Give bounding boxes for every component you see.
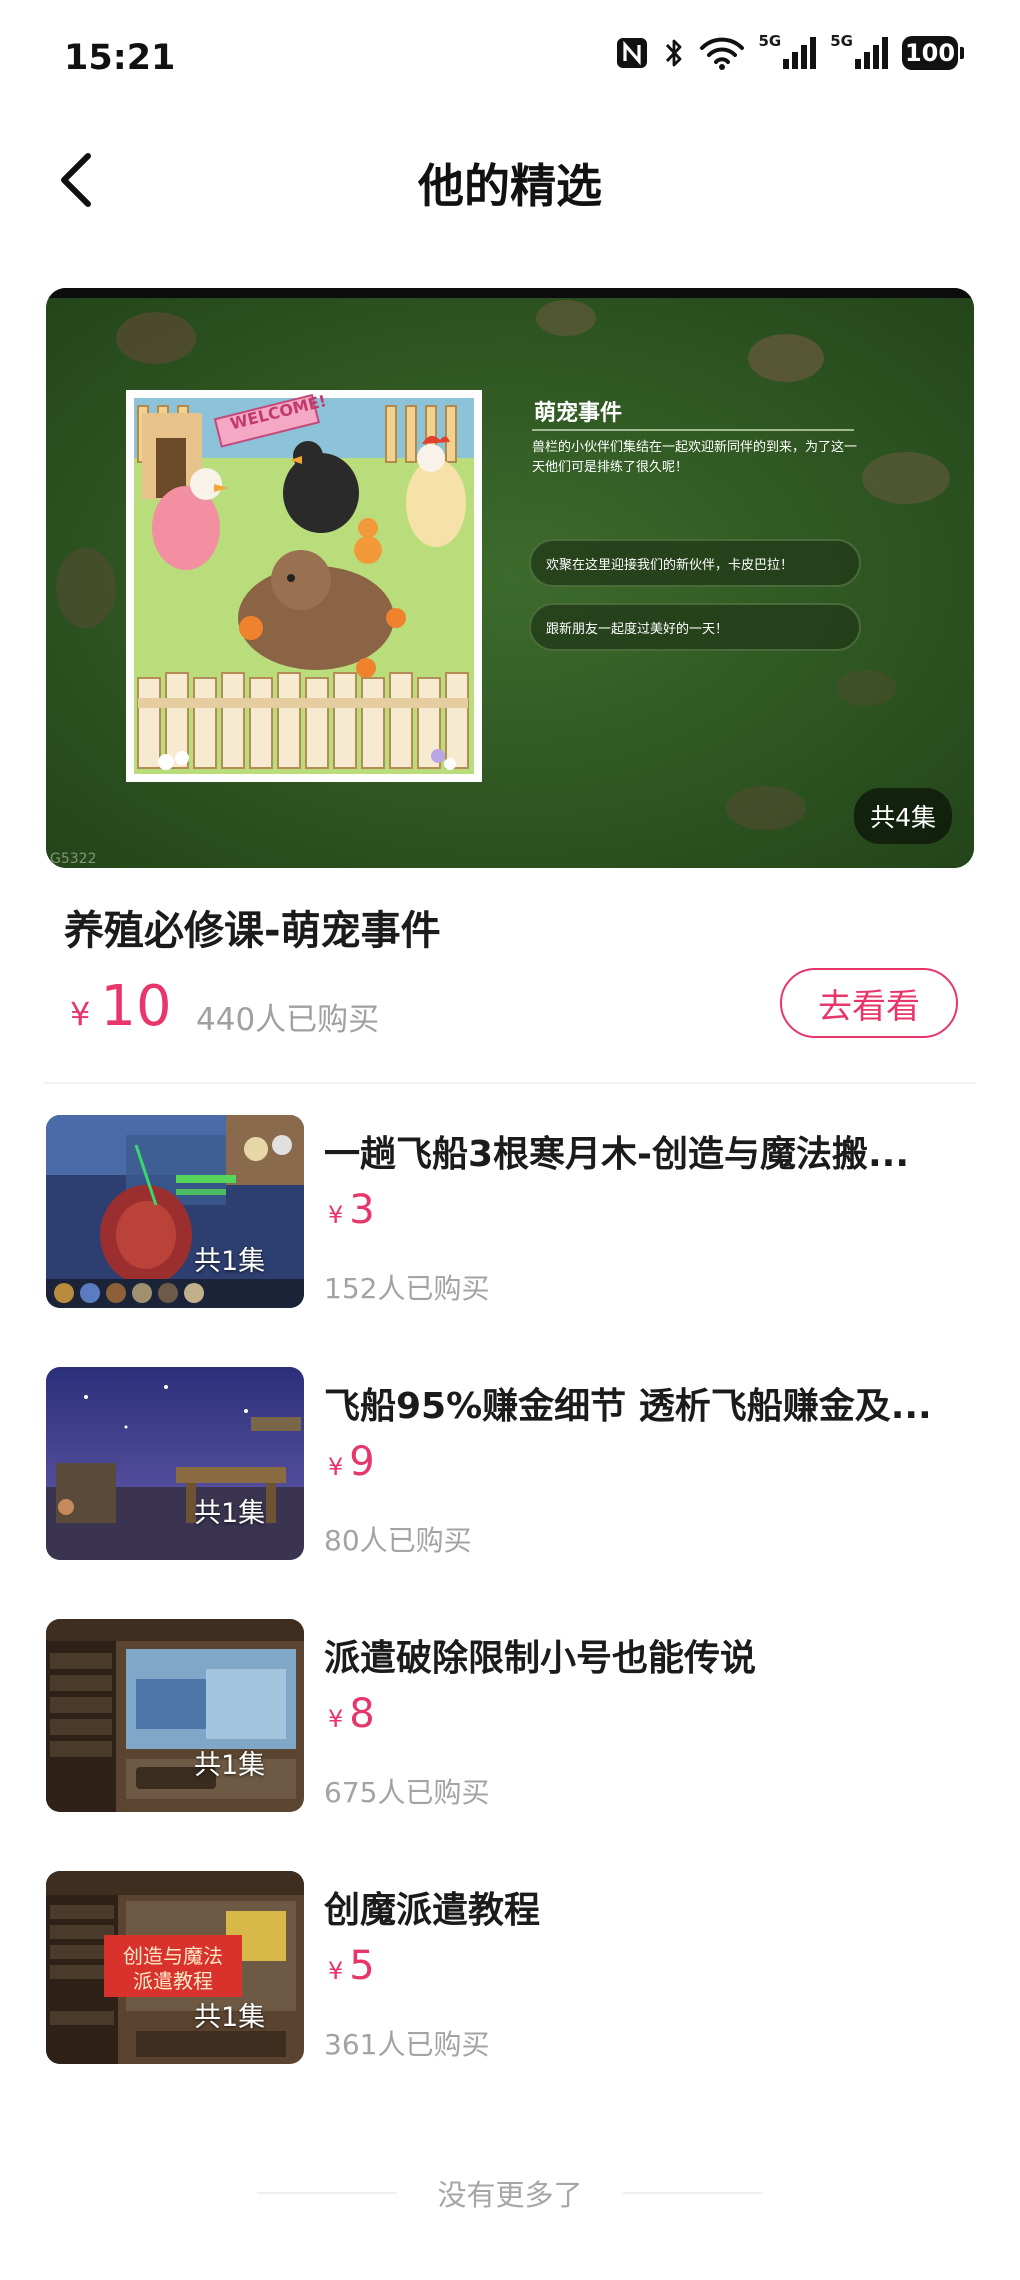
course-price: ¥ 5 — [328, 1943, 375, 1989]
list-item[interactable]: 共1集 一趟飞船3根寒月木-创造与魔法搬... ¥ 3 152人已购买 — [46, 1115, 976, 1308]
featured-course: WELCOME! 萌宠事件 兽栏的小伙伴们集结在一起欢迎新同伴的到来，为了这一天… — [46, 288, 974, 1058]
cover-option-2: 跟新朋友一起度过美好的一天！ — [546, 621, 728, 637]
price-value: 8 — [349, 1691, 375, 1737]
header: 他的精选 — [0, 120, 1020, 240]
course-thumbnail: 共1集 — [46, 1115, 304, 1308]
cover-option-1: 欢聚在这里迎接我们的新伙伴，卡皮巴拉！ — [546, 557, 793, 573]
course-price: ¥ 8 — [328, 1691, 375, 1737]
course-title: 飞船95%赚金细节 透析飞船赚金及... — [324, 1386, 932, 1427]
course-thumbnail: 共1集 — [46, 1367, 304, 1560]
episode-count: 共1集 — [194, 1498, 266, 1529]
price-value: 5 — [349, 1943, 375, 1989]
episode-badge: 共4集 — [854, 788, 952, 844]
episode-count: 共1集 — [194, 1246, 266, 1277]
featured-price: ¥ 10 — [70, 974, 172, 1039]
currency-symbol: ¥ — [328, 1453, 344, 1481]
currency-symbol: ¥ — [328, 1705, 344, 1733]
cover-watermark: G5322 — [50, 851, 96, 867]
bluetooth-icon — [663, 36, 685, 70]
status-bar: 15:21 5G 5G 100 — [0, 0, 1020, 120]
battery-icon: 100 — [902, 36, 964, 70]
wifi-icon — [699, 36, 745, 70]
course-price: ¥ 3 — [328, 1187, 375, 1233]
featured-cover-image: WELCOME! 萌宠事件 兽栏的小伙伴们集结在一起欢迎新同伴的到来，为了这一天… — [46, 288, 974, 868]
no-more-text: 没有更多了 — [437, 2178, 583, 2212]
status-icons: 5G 5G 100 — [615, 32, 964, 70]
course-title: 一趟飞船3根寒月木-创造与魔法搬... — [324, 1134, 910, 1175]
sold-count: 675人已购买 — [324, 1776, 490, 1809]
cover-panel-title: 萌宠事件 — [534, 400, 622, 426]
course-thumbnail: 创造与魔法 派遣教程 共1集 — [46, 1871, 304, 2064]
course-title: 派遣破除限制小号也能传说 — [324, 1638, 757, 1679]
signal-icon-1: 5G — [759, 32, 817, 69]
thumbnail-banner-line1: 创造与魔法 — [123, 1944, 223, 1968]
episode-count: 共1集 — [194, 1750, 266, 1781]
price-value: 9 — [349, 1439, 375, 1485]
price-value: 3 — [349, 1187, 375, 1233]
divider — [622, 2192, 763, 2194]
cover-panel-desc: 兽栏的小伙伴们集结在一起欢迎新同伴的到来，为了这一天他们可是排练了很久呢！ — [532, 440, 858, 475]
course-list: 共1集 一趟飞船3根寒月木-创造与魔法搬... ¥ 3 152人已购买 共1集 … — [46, 1115, 976, 2123]
status-time: 15:21 — [64, 38, 176, 78]
course-price: ¥ 9 — [328, 1439, 375, 1485]
divider — [257, 2192, 398, 2194]
list-item[interactable]: 共1集 派遣破除限制小号也能传说 ¥ 8 675人已购买 — [46, 1619, 976, 1812]
divider — [44, 1082, 976, 1084]
sold-count: 80人已购买 — [324, 1524, 472, 1557]
list-item[interactable]: 创造与魔法 派遣教程 共1集 创魔派遣教程 ¥ 5 361人已购买 — [46, 1871, 976, 2064]
currency-symbol: ¥ — [328, 1957, 344, 1985]
sold-count: 152人已购买 — [324, 1272, 490, 1305]
thumbnail-banner-line2: 派遣教程 — [133, 1969, 213, 1993]
featured-title: 养殖必修课-萌宠事件 — [64, 908, 441, 954]
sold-count: 361人已购买 — [324, 2028, 490, 2061]
course-title: 创魔派遣教程 — [324, 1890, 541, 1931]
signal-icon-2: 5G — [830, 32, 888, 69]
currency-symbol: ¥ — [70, 995, 91, 1033]
page-title: 他的精选 — [418, 159, 602, 213]
nfc-icon — [615, 36, 649, 70]
featured-meta: ¥ 10 440人已购买 去看看 — [46, 968, 974, 1058]
price-value: 10 — [100, 974, 172, 1039]
list-end-indicator: 没有更多了 — [0, 2168, 1020, 2218]
view-button[interactable]: 去看看 — [780, 968, 958, 1038]
currency-symbol: ¥ — [328, 1201, 344, 1229]
course-thumbnail: 共1集 — [46, 1619, 304, 1812]
episode-count: 共1集 — [194, 2002, 266, 2033]
featured-sold-count: 440人已购买 — [196, 1002, 380, 1038]
list-item[interactable]: 共1集 飞船95%赚金细节 透析飞船赚金及... ¥ 9 80人已购买 — [46, 1367, 976, 1560]
featured-cover[interactable]: WELCOME! 萌宠事件 兽栏的小伙伴们集结在一起欢迎新同伴的到来，为了这一天… — [46, 288, 974, 868]
